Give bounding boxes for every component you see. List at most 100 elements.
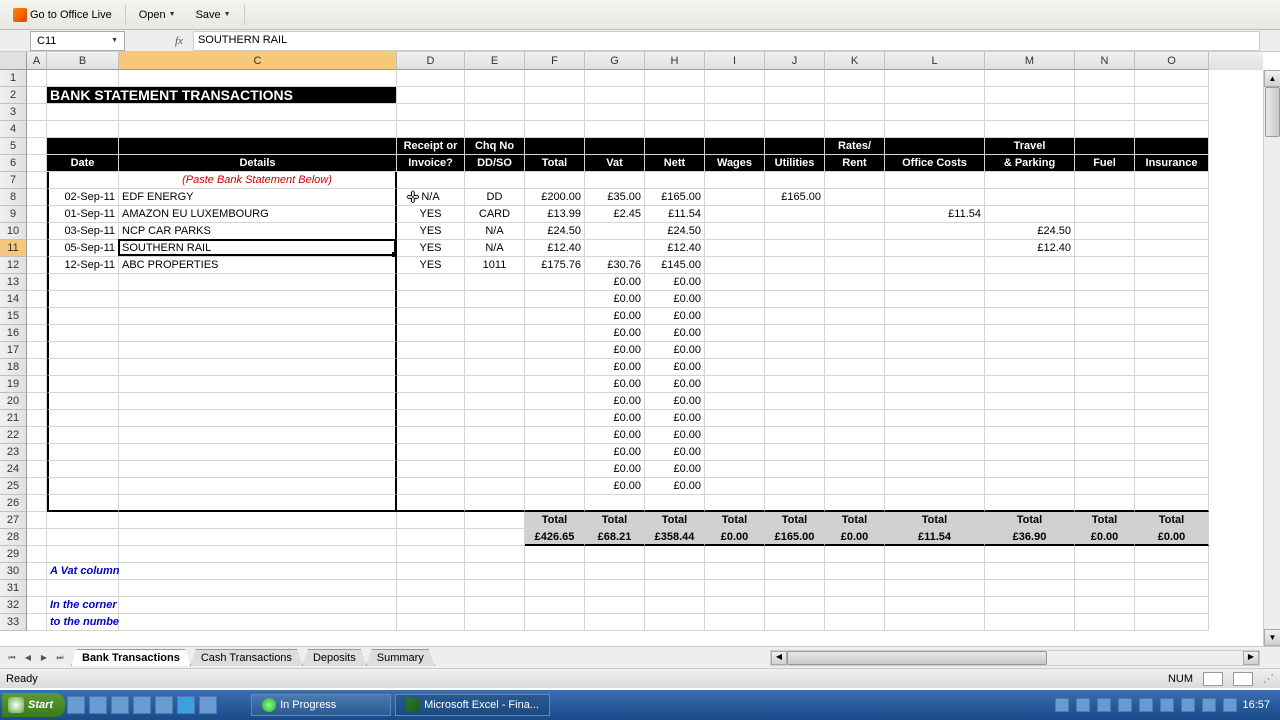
cell[interactable] [47, 121, 119, 138]
cell[interactable] [119, 121, 397, 138]
row-header[interactable]: 32 [0, 597, 27, 614]
cell[interactable] [985, 104, 1075, 121]
vertical-scrollbar[interactable]: ▲ ▼ [1263, 70, 1280, 646]
cell[interactable] [825, 580, 885, 597]
cell-grid[interactable]: BANK STATEMENT TRANSACTIONSReceipt orChq… [27, 70, 1263, 646]
column-header[interactable]: L [885, 52, 985, 70]
sheet-tab-summary[interactable]: Summary [366, 649, 435, 666]
row-header[interactable]: 13 [0, 274, 27, 291]
cell[interactable] [465, 70, 525, 87]
cell[interactable] [525, 121, 585, 138]
column-header[interactable]: F [525, 52, 585, 70]
row-header[interactable]: 9 [0, 206, 27, 223]
cell[interactable] [705, 121, 765, 138]
row-header[interactable]: 16 [0, 325, 27, 342]
row-header[interactable]: 27 [0, 512, 27, 529]
tray-icon[interactable] [1223, 698, 1237, 712]
cell[interactable] [27, 546, 47, 563]
cell[interactable] [825, 70, 885, 87]
cell[interactable] [705, 104, 765, 121]
cell[interactable] [1075, 546, 1135, 563]
scroll-left-button[interactable]: ◀ [771, 651, 787, 665]
cell[interactable] [27, 121, 47, 138]
cell[interactable] [47, 546, 119, 563]
open-button[interactable]: Open ▼ [130, 5, 185, 25]
select-all-corner[interactable] [0, 52, 27, 70]
cell[interactable] [885, 121, 985, 138]
cell[interactable] [645, 546, 705, 563]
quick-launch-icon[interactable] [89, 696, 107, 714]
cell[interactable] [825, 104, 885, 121]
row-header[interactable]: 19 [0, 376, 27, 393]
start-button[interactable]: Start [2, 693, 65, 717]
cell[interactable] [885, 546, 985, 563]
save-button[interactable]: Save ▼ [187, 5, 240, 25]
tray-icon[interactable] [1055, 698, 1069, 712]
hscroll-track[interactable] [787, 651, 1243, 665]
cell[interactable] [465, 104, 525, 121]
cell[interactable] [1135, 546, 1209, 563]
tray-icon[interactable] [1076, 698, 1090, 712]
taskbar-app-in-progress[interactable]: In Progress [251, 694, 391, 716]
row-header[interactable]: 24 [0, 461, 27, 478]
row-header[interactable]: 3 [0, 104, 27, 121]
name-box[interactable]: C11 ▼ [30, 31, 125, 51]
cell[interactable] [397, 546, 465, 563]
sheet-tab-cash-transactions[interactable]: Cash Transactions [190, 649, 303, 666]
row-header[interactable]: 6 [0, 155, 27, 172]
sheet-tab-bank-transactions[interactable]: Bank Transactions [71, 649, 191, 666]
row-header[interactable]: 18 [0, 359, 27, 376]
tab-next-button[interactable]: ▶ [36, 650, 52, 666]
cell[interactable] [525, 104, 585, 121]
quick-launch-icon[interactable] [155, 696, 173, 714]
scroll-right-button[interactable]: ▶ [1243, 651, 1259, 665]
row-header[interactable]: 33 [0, 614, 27, 631]
cell[interactable] [47, 580, 119, 597]
cell[interactable] [705, 70, 765, 87]
cell[interactable] [985, 580, 1075, 597]
horizontal-scrollbar[interactable]: ◀ ▶ [770, 650, 1260, 666]
cell[interactable] [705, 546, 765, 563]
quick-launch-icon[interactable] [67, 696, 85, 714]
cell[interactable] [1075, 104, 1135, 121]
cell[interactable] [765, 70, 825, 87]
cell[interactable] [585, 121, 645, 138]
row-header[interactable]: 8 [0, 189, 27, 206]
cell[interactable] [397, 70, 465, 87]
column-header[interactable]: A [27, 52, 47, 70]
cell[interactable] [885, 580, 985, 597]
cell[interactable] [765, 546, 825, 563]
cell[interactable] [525, 70, 585, 87]
column-header[interactable]: D [397, 52, 465, 70]
cell[interactable] [705, 580, 765, 597]
quick-launch-icon[interactable] [199, 696, 217, 714]
cell[interactable] [765, 104, 825, 121]
tray-icon[interactable] [1181, 698, 1195, 712]
cell[interactable] [765, 121, 825, 138]
cell[interactable] [1135, 104, 1209, 121]
cell[interactable] [27, 580, 47, 597]
row-header[interactable]: 25 [0, 478, 27, 495]
row-header[interactable]: 15 [0, 308, 27, 325]
tray-icon[interactable] [1202, 698, 1216, 712]
row-header[interactable]: 26 [0, 495, 27, 512]
cell[interactable] [397, 104, 465, 121]
scroll-up-button[interactable]: ▲ [1264, 70, 1280, 87]
cell[interactable] [47, 104, 119, 121]
tab-last-button[interactable]: ⏭ [52, 650, 68, 666]
sheet-tab-deposits[interactable]: Deposits [302, 649, 367, 666]
cell[interactable] [119, 70, 397, 87]
row-header[interactable]: 22 [0, 427, 27, 444]
row-header[interactable]: 17 [0, 342, 27, 359]
zoom-in-button[interactable] [1233, 672, 1253, 686]
formula-bar[interactable]: SOUTHERN RAIL [193, 31, 1260, 51]
row-header[interactable]: 23 [0, 444, 27, 461]
fx-icon[interactable]: fx [125, 35, 193, 47]
quick-launch-icon[interactable] [111, 696, 129, 714]
cell[interactable] [1135, 70, 1209, 87]
column-header[interactable]: H [645, 52, 705, 70]
column-header[interactable]: I [705, 52, 765, 70]
office-live-button[interactable]: Go to Office Live [4, 4, 121, 26]
cell[interactable] [27, 70, 47, 87]
cell[interactable] [525, 580, 585, 597]
